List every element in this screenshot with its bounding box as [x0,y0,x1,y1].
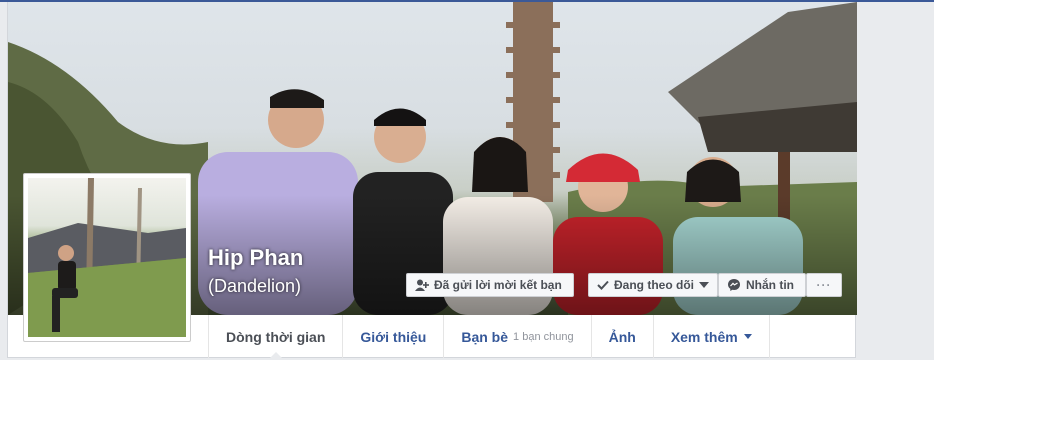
tab-about[interactable]: Giới thiệu [342,315,443,358]
caret-down-icon [699,278,709,292]
tab-timeline[interactable]: Dòng thời gian [208,315,342,359]
add-friend-icon [415,278,429,292]
profile-name[interactable]: Hip Phan [208,245,303,271]
tab-timeline-label: Dòng thời gian [226,328,326,345]
messenger-icon [727,278,741,292]
friend-request-sent-button[interactable]: Đã gửi lời mời kết bạn [406,273,574,297]
message-label: Nhắn tin [746,278,794,292]
tab-friends-label: Bạn bè [461,328,509,345]
tab-more-label: Xem thêm [670,328,738,345]
profile-tabs: Dòng thời gian Giới thiệu Bạn bè 1 bạn c… [208,315,770,359]
more-dots-icon: ··· [816,278,832,292]
profile-header-card: Hip Phan (Dandelion) Đã gửi lời mời kết … [7,2,857,359]
tab-about-label: Giới thiệu [360,328,427,345]
message-button[interactable]: Nhắn tin [718,273,806,297]
following-label: Đang theo dõi [614,278,694,292]
checkmark-icon [597,278,609,292]
caret-down-icon [743,334,752,339]
profile-alternate-name: (Dandelion) [208,276,302,296]
profile-picture-image [28,178,186,337]
following-button[interactable]: Đang theo dõi [588,273,718,297]
friend-request-label: Đã gửi lời mời kết bạn [434,278,562,292]
tab-more[interactable]: Xem thêm [652,315,770,358]
profile-picture[interactable] [23,173,191,342]
mutual-friends-count: 1 bạn chung [513,330,574,343]
tab-photos[interactable]: Ảnh [590,315,653,358]
tab-photos-label: Ảnh [608,328,636,345]
profile-picture-scene [28,178,186,337]
more-options-button[interactable]: ··· [806,273,842,297]
tab-friends[interactable]: Bạn bè 1 bạn chung [443,315,590,358]
